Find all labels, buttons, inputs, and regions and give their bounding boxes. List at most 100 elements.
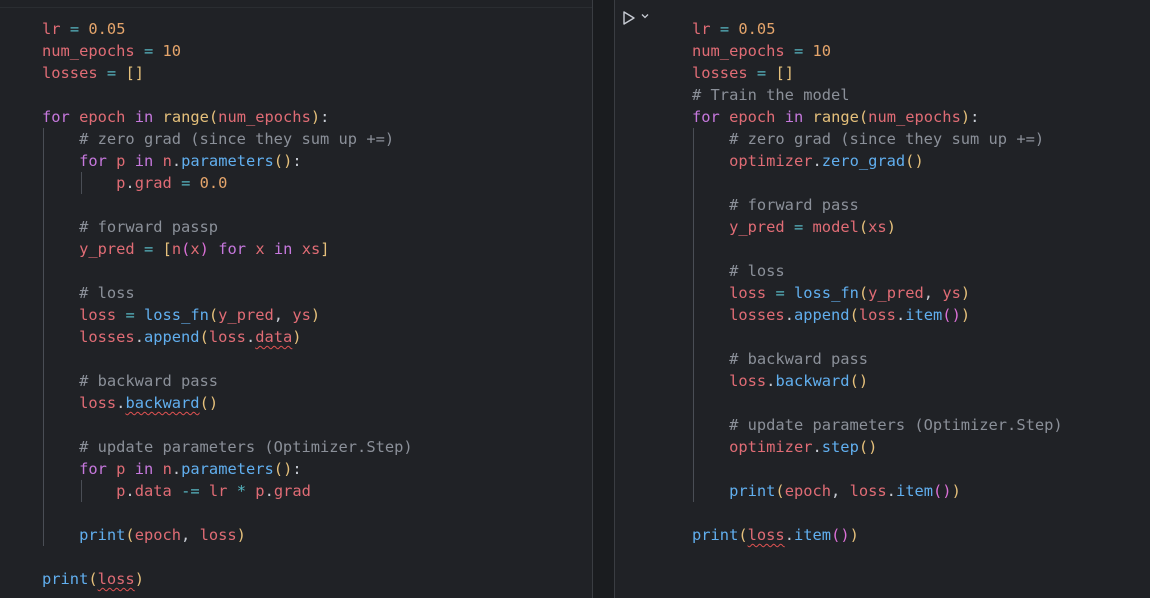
code-text: .	[245, 328, 256, 346]
code-token: loss	[747, 526, 785, 544]
code-line[interactable]: optimizer.zero_grad()	[692, 150, 1063, 172]
code-line[interactable]: print(epoch, loss)	[42, 524, 413, 546]
code-line[interactable]: losses.append(loss.data)	[42, 326, 413, 348]
code-token: # backward pass	[79, 372, 219, 390]
code-line[interactable]	[42, 414, 413, 436]
code-token: (	[858, 108, 869, 126]
code-token: loss	[849, 482, 887, 500]
code-token: [	[162, 240, 172, 258]
cell-gutter	[593, 0, 614, 598]
code-line[interactable]: for epoch in range(num_epochs):	[42, 106, 413, 128]
code-line[interactable]: print(epoch, loss.item())	[692, 480, 1063, 502]
code-line[interactable]: # loss	[692, 260, 1063, 282]
code-line[interactable]: # zero grad (since they sum up +=)	[692, 128, 1063, 150]
code-line[interactable]: # backward pass	[42, 370, 413, 392]
code-token: parameters	[181, 460, 274, 478]
code-line[interactable]: # forward passp	[42, 216, 413, 238]
code-line[interactable]: y_pred = model(xs)	[692, 216, 1063, 238]
code-line[interactable]: for epoch in range(num_epochs):	[692, 106, 1063, 128]
code-editor-right[interactable]: lr = 0.05 num_epochs = 10 losses = [] # Tra…	[692, 18, 1063, 546]
code-line[interactable]: # loss	[42, 282, 413, 304]
code-text: .	[171, 460, 182, 478]
code-line[interactable]: # zero grad (since they sum up +=)	[42, 128, 413, 150]
code-token: )	[199, 240, 209, 258]
code-token: item	[905, 306, 943, 324]
code-line[interactable]: # forward pass	[692, 194, 1063, 216]
code-text: .	[895, 306, 906, 324]
code-line[interactable]: # backward pass	[692, 348, 1063, 370]
code-line[interactable]	[42, 84, 413, 106]
code-line[interactable]	[42, 194, 413, 216]
code-line[interactable]: y_pred = [n(x) for x in xs]	[42, 238, 413, 260]
play-icon[interactable]	[622, 10, 636, 26]
code-line[interactable]: p.grad = 0.0	[42, 172, 413, 194]
code-token: print	[42, 570, 89, 588]
code-line[interactable]	[692, 238, 1063, 260]
code-line[interactable]	[692, 458, 1063, 480]
chevron-down-icon[interactable]	[640, 11, 650, 21]
code-line[interactable]: print(loss)	[42, 568, 413, 590]
code-line[interactable]: lr = 0.05	[42, 18, 413, 40]
code-line[interactable]: losses.append(loss.item())	[692, 304, 1063, 326]
code-line[interactable]	[42, 546, 413, 568]
code-line[interactable]	[42, 502, 413, 524]
code-token: ys	[292, 306, 311, 324]
code-text: .	[886, 482, 896, 500]
code-token: 0.05	[88, 20, 126, 38]
code-line[interactable]	[692, 502, 1063, 524]
code-line[interactable]: loss = loss_fn(y_pred, ys)	[692, 282, 1063, 304]
code-token: (	[849, 306, 859, 324]
code-line[interactable]: lr = 0.05	[692, 18, 1063, 40]
code-text: .	[812, 438, 822, 456]
code-token: =	[125, 306, 135, 324]
code-line[interactable]: num_epochs = 10	[42, 40, 413, 62]
code-token: for	[79, 460, 107, 478]
code-token: # update parameters (Optimizer.Step)	[729, 416, 1063, 434]
code-line[interactable]: for p in n.parameters():	[42, 458, 413, 480]
code-token: data	[134, 482, 172, 500]
code-line[interactable]: loss.backward()	[42, 392, 413, 414]
code-line[interactable]: # update parameters (Optimizer.Step)	[692, 414, 1063, 436]
code-token: grad	[273, 482, 311, 500]
code-line[interactable]: p.data -= lr * p.grad	[42, 480, 413, 502]
code-line[interactable]: # Train the model	[692, 84, 1063, 106]
code-line[interactable]: loss = loss_fn(y_pred, ys)	[42, 304, 413, 326]
code-line[interactable]: loss.backward()	[692, 370, 1063, 392]
code-line[interactable]: losses = []	[692, 62, 1063, 84]
code-token: *	[236, 482, 246, 500]
code-token: )	[886, 218, 896, 236]
right-notebook-cell[interactable]: lr = 0.05 num_epochs = 10 losses = [] # Tra…	[614, 0, 1150, 598]
code-token: )	[960, 108, 971, 126]
code-line[interactable]	[692, 326, 1063, 348]
code-token: -=	[181, 482, 200, 500]
code-line[interactable]: print(loss.item())	[692, 524, 1063, 546]
code-line[interactable]	[692, 172, 1063, 194]
code-line[interactable]: losses = []	[42, 62, 413, 84]
code-token: =	[69, 20, 80, 38]
code-text: .	[784, 306, 794, 324]
code-line[interactable]	[42, 348, 413, 370]
code-line[interactable]	[42, 260, 413, 282]
left-notebook-cell[interactable]: lr = 0.05 num_epochs = 10 losses = [] for …	[0, 0, 593, 598]
code-token: num_epochs	[42, 42, 135, 60]
code-line[interactable]: # update parameters (Optimizer.Step)	[42, 436, 413, 458]
code-line[interactable]	[692, 392, 1063, 414]
code-token: =	[106, 64, 117, 82]
code-text: .	[784, 526, 794, 544]
code-line[interactable]: num_epochs = 10	[692, 40, 1063, 62]
code-line[interactable]: for p in n.parameters():	[42, 150, 413, 172]
code-token: loss_fn	[144, 306, 209, 324]
code-editor-left[interactable]: lr = 0.05 num_epochs = 10 losses = [] for …	[42, 18, 413, 590]
code-token: range	[812, 108, 859, 126]
code-line[interactable]: optimizer.step()	[692, 436, 1063, 458]
